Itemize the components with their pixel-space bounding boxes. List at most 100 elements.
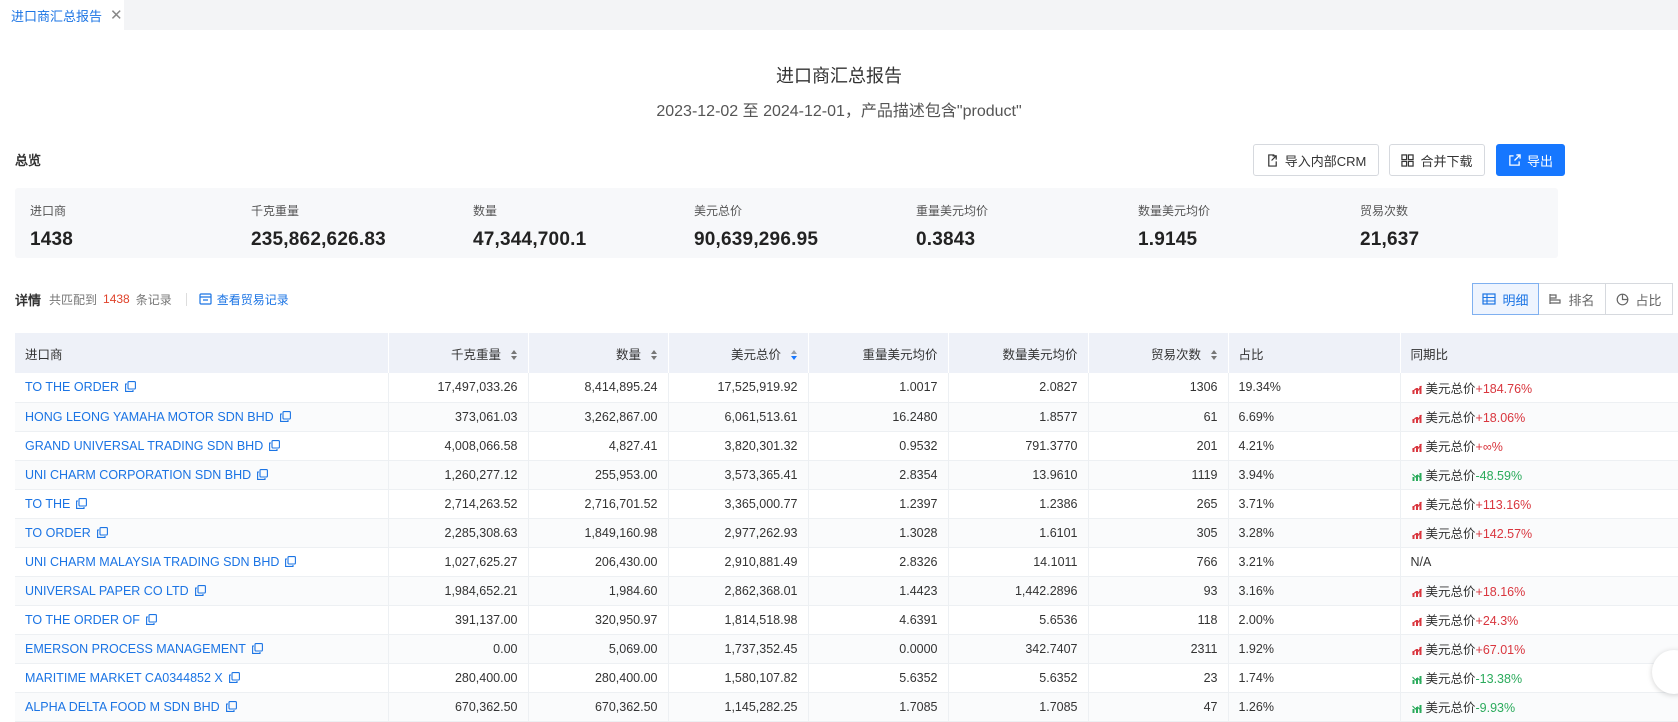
card-value: 90,639,296.95 [694,229,819,250]
view-tab-detail[interactable]: 明细 [1472,283,1539,315]
importer-link[interactable]: TO THE ORDER OF [25,613,140,627]
cell-yoy: 美元总价+24.3% [1400,605,1678,635]
col-trade-count[interactable]: 贸易次数 [1088,333,1229,373]
cell-importer: UNI CHARM MALAYSIA TRADING SDN BHD [15,547,389,577]
copy-icon[interactable] [125,381,136,393]
view-tab-rank[interactable]: 排名 [1539,283,1606,315]
trend-up-icon [1411,588,1422,597]
importer-link[interactable]: EMERSON PROCESS MANAGEMENT [25,642,246,656]
import-crm-button[interactable]: 导入内部CRM [1253,144,1379,176]
export-button[interactable]: 导出 [1496,144,1565,176]
yoy-label: 美元总价 [1425,381,1476,396]
cell-weight-avg-price: 1.4423 [808,576,949,606]
cell-importer: TO ORDER [15,518,389,548]
col-weight[interactable]: 千克重量 [388,333,529,373]
card-label: 美元总价 [694,204,743,218]
importer-link[interactable]: UNI CHARM CORPORATION SDN BHD [25,468,251,482]
close-icon[interactable]: ✕ [110,8,123,23]
cell-qty-avg-price: 791.3770 [948,431,1089,461]
col-usd-total[interactable]: 美元总价 [668,333,809,373]
yoy-value: +∞% [1475,440,1503,454]
cell-share: 3.21% [1228,547,1401,577]
cell-trade-count: 23 [1088,663,1229,693]
pie-icon [1617,293,1629,305]
card-value: 1.9145 [1138,229,1198,250]
card-label: 数量美元均价 [1138,204,1211,218]
copy-icon[interactable] [225,700,237,712]
importer-link[interactable]: UNI CHARM MALAYSIA TRADING SDN BHD [25,555,279,569]
details-title: 详情 [15,292,42,308]
card-label: 贸易次数 [1360,204,1409,218]
cell-qty-avg-price: 5.6352 [948,663,1089,693]
importer-link[interactable]: TO ORDER [25,526,91,540]
cell-usd-total: 2,910,881.49 [668,547,809,577]
copy-icon[interactable] [269,439,281,451]
copy-icon[interactable] [96,526,108,538]
merge-download-button[interactable]: 合并下载 [1389,144,1485,176]
copy-icon[interactable] [228,671,240,683]
sort-icon[interactable] [650,349,658,361]
cell-weight-avg-price: 1.0017 [808,373,949,403]
cell-qty-avg-price: 1.2386 [948,489,1089,519]
cell-yoy: 美元总价-13.38% [1400,663,1678,693]
cell-weight: 280,400.00 [388,663,529,693]
cell-quantity: 8,414,895.24 [528,373,669,403]
importer-link[interactable]: HONG LEONG YAMAHA MOTOR SDN BHD [25,410,274,424]
view-switcher: 明细 排名 占比 [1472,283,1673,315]
view-tab-share[interactable]: 占比 [1606,283,1673,315]
card-value: 0.3843 [916,229,976,250]
cell-weight: 0.00 [388,634,529,664]
cell-quantity: 670,362.50 [528,692,669,722]
copy-icon[interactable] [251,642,263,654]
records-icon [199,293,212,305]
table-row: ALPHA DELTA FOOD M SDN BHD 670,362.50 670,… [15,692,1678,722]
importer-link[interactable]: MARITIME MARKET CA0344852 X [25,671,223,685]
importer-link[interactable]: UNIVERSAL PAPER CO LTD [25,584,189,598]
cell-share: 1.74% [1228,663,1401,693]
importer-link[interactable]: ALPHA DELTA FOOD M SDN BHD [25,700,220,714]
col-share: 占比 [1228,333,1401,373]
overview-label: 总览 [15,153,42,168]
table-row: TO THE ORDER OF 391,137.00 320,950.97 1,814… [15,605,1678,635]
card-value: 21,637 [1360,229,1420,250]
yoy-value: -9.93% [1475,701,1516,715]
view-trade-records-link[interactable]: 查看贸易记录 [199,291,289,308]
copy-icon[interactable] [285,555,297,567]
col-weight-avg-price: 重量美元均价 [808,333,949,373]
details-bar: 详情 共匹配到 1438 条记录 查看贸易记录 [15,290,289,308]
copy-icon[interactable] [257,468,269,480]
col-quantity[interactable]: 数量 [528,333,669,373]
table-row: UNI CHARM CORPORATION SDN BHD 1,260,277.1… [15,460,1678,490]
copy-icon[interactable] [76,497,88,509]
card-weight: 千克重量 235,862,626.83 [236,188,466,258]
importer-link[interactable]: TO THE ORDER [25,380,119,394]
copy-icon[interactable] [145,613,157,625]
sort-icon[interactable] [510,349,518,361]
table-row: TO THE 2,714,263.52 2,716,701.52 3,365,000.… [15,489,1678,519]
cell-share: 3.28% [1228,518,1401,548]
importer-link[interactable]: TO THE [25,497,70,511]
copy-icon[interactable] [279,410,291,422]
cell-qty-avg-price: 1,442.2896 [948,576,1089,606]
matched-suffix: 条记录 [135,292,172,307]
cell-usd-total: 1,814,518.98 [668,605,809,635]
importer-link[interactable]: GRAND UNIVERSAL TRADING SDN BHD [25,439,263,453]
trend-up-icon [1411,617,1422,626]
yoy-label: 美元总价 [1425,672,1476,686]
cell-yoy: 美元总价-48.59% [1400,460,1678,490]
cell-yoy: 美元总价+∞% [1400,431,1678,461]
cell-weight: 17,497,033.26 [388,373,529,403]
copy-icon[interactable] [194,584,206,596]
report-subtitle: 2023-12-02 至 2024-12-01，产品描述包含"product" [656,103,1022,120]
yoy-label: 美元总价 [1425,585,1476,599]
cell-usd-total: 1,145,282.25 [668,692,809,722]
cell-importer: EMERSON PROCESS MANAGEMENT [15,634,389,664]
trend-down-icon [1411,705,1422,713]
sort-icon[interactable] [1210,349,1218,361]
yoy-value: +67.01% [1475,643,1526,657]
tab-importer-report[interactable]: 进口商汇总报告 ✕ [0,0,124,30]
summary-cards: 进口商 1438 千克重量 235,862,626.83 数量 47,344,7… [15,188,1665,258]
cell-weight-avg-price: 1.2397 [808,489,949,519]
cell-weight: 373,061.03 [388,402,529,432]
sort-desc-icon[interactable] [790,349,798,361]
